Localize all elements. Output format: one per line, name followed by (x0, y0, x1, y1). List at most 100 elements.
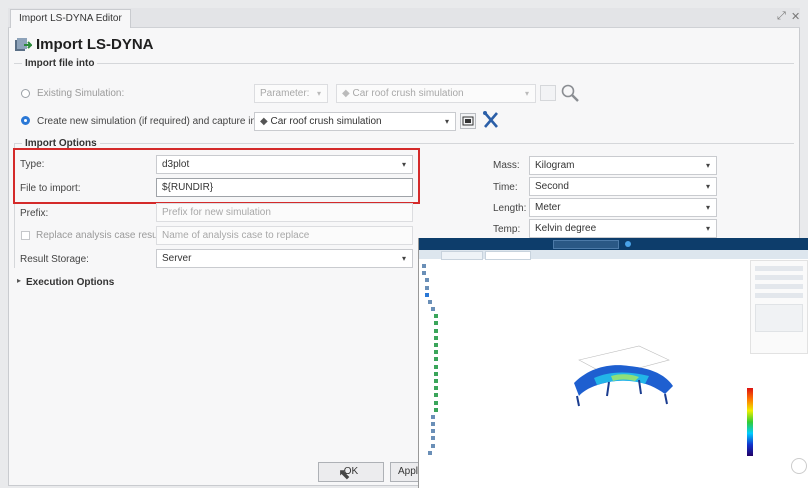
prefix-label: Prefix: (20, 208, 49, 219)
import-options-divider (14, 143, 794, 144)
chevron-down-icon: ▾ (705, 224, 710, 233)
overlay-spec-tree (422, 262, 512, 456)
tree-row[interactable] (422, 420, 512, 427)
car-roof-model (574, 345, 673, 407)
overlay-table (755, 304, 803, 332)
chevron-down-icon: ▾ (444, 117, 449, 126)
tree-row[interactable] (422, 384, 512, 391)
replace-analysis-label: Replace analysis case result: (36, 230, 166, 241)
expand-arrow-icon[interactable]: ▸ (17, 276, 21, 285)
chevron-down-icon: ▾ (705, 203, 710, 212)
tree-row[interactable] (422, 435, 512, 442)
time-label: Time: (493, 182, 518, 193)
temp-value: Kelvin degree (535, 223, 597, 234)
tree-row[interactable] (422, 406, 512, 413)
restore-icon[interactable]: ⤢ (777, 10, 786, 23)
chevron-down-icon: ▾ (316, 89, 321, 98)
time-value: Second (535, 181, 569, 192)
tree-row[interactable] (422, 449, 512, 456)
mass-label: Mass: (493, 160, 520, 171)
mass-select[interactable]: Kilogram ▾ (529, 156, 717, 175)
tree-row[interactable] (422, 348, 512, 355)
existing-simulation-radio[interactable] (21, 89, 30, 98)
prefix-input[interactable]: Prefix for new simulation (156, 203, 413, 222)
create-new-simulation-radio[interactable] (21, 116, 30, 125)
tree-row[interactable] (422, 363, 512, 370)
simulation-browser-icon (462, 116, 474, 126)
overlay-property-row (755, 293, 803, 298)
tree-row[interactable] (422, 262, 512, 269)
existing-simulation-select[interactable]: ◆ Car roof crush simulation ▾ (336, 84, 536, 103)
existing-parameter-value: Parameter: (260, 88, 310, 99)
dialog-title: Import LS-DYNA (36, 36, 154, 53)
tree-row[interactable] (422, 370, 512, 377)
overlay-search-field[interactable] (553, 240, 619, 249)
simulation-diamond-icon: ◆ (260, 116, 271, 127)
tree-row[interactable] (422, 427, 512, 434)
compass-icon[interactable] (791, 458, 807, 474)
browse-disabled-button[interactable] (540, 85, 556, 101)
chevron-down-icon: ▾ (705, 182, 710, 191)
existing-simulation-value: Car roof crush simulation (352, 88, 464, 99)
chevron-down-icon: ▾ (401, 254, 406, 263)
tree-row[interactable] (422, 276, 512, 283)
tree-row[interactable] (422, 341, 512, 348)
tree-row[interactable] (422, 284, 512, 291)
overlay-property-row (755, 275, 803, 280)
result-storage-value: Server (162, 253, 192, 264)
simulation-diamond-icon: ◆ (342, 88, 353, 99)
existing-simulation-label: Existing Simulation: (37, 88, 125, 99)
tab-import-ls-dyna-editor[interactable]: Import LS-DYNA Editor (10, 9, 131, 28)
replace-analysis-input[interactable]: Name of analysis case to replace (156, 226, 413, 245)
tree-row[interactable] (422, 312, 512, 319)
browse-simulation-button[interactable] (460, 113, 476, 129)
ls-dyna-import-icon (15, 38, 32, 51)
tree-row[interactable] (422, 305, 512, 312)
tree-row[interactable] (422, 377, 512, 384)
tree-row[interactable] (422, 334, 512, 341)
overlay-tab-1[interactable] (441, 251, 483, 260)
overlay-app-icon (625, 241, 631, 247)
ok-button[interactable]: OK (318, 462, 384, 482)
tree-row[interactable] (422, 298, 512, 305)
create-new-simulation-label: Create new simulation (if required) and … (37, 116, 259, 127)
overlay-properties-panel (750, 260, 808, 354)
overlay-tab-2[interactable] (485, 251, 531, 260)
mass-value: Kilogram (535, 160, 575, 171)
length-label: Length: (493, 203, 527, 214)
tree-row[interactable] (422, 391, 512, 398)
capture-simulation-value: Car roof crush simulation (270, 116, 382, 127)
overlay-3d-viewer (418, 238, 808, 488)
import-file-into-divider (14, 63, 794, 64)
temp-select[interactable]: Kelvin degree ▾ (529, 219, 717, 238)
length-value: Meter (535, 202, 561, 213)
tree-row[interactable] (422, 399, 512, 406)
execution-options-toggle[interactable]: Execution Options (26, 277, 114, 288)
overlay-property-row (755, 266, 803, 271)
search-icon[interactable] (560, 83, 580, 103)
close-icon[interactable]: ✕ (791, 10, 800, 23)
temp-label: Temp: (493, 224, 521, 235)
tree-row[interactable] (422, 355, 512, 362)
tree-row[interactable] (422, 413, 512, 420)
tree-row[interactable] (422, 327, 512, 334)
highlight-box (13, 148, 420, 204)
capture-simulation-select[interactable]: ◆ Car roof crush simulation ▾ (254, 112, 456, 131)
tree-row[interactable] (422, 442, 512, 449)
color-legend-bar (747, 388, 753, 456)
tree-row[interactable] (422, 269, 512, 276)
overlay-property-row (755, 284, 803, 289)
chevron-down-icon: ▾ (524, 89, 529, 98)
time-select[interactable]: Second ▾ (529, 177, 717, 196)
existing-parameter-select[interactable]: Parameter: ▾ (254, 84, 328, 103)
result-storage-select[interactable]: Server ▾ (156, 249, 413, 268)
result-storage-label: Result Storage: (20, 254, 89, 265)
tree-row[interactable] (422, 291, 512, 298)
length-select[interactable]: Meter ▾ (529, 198, 717, 217)
import-file-into-legend: Import file into (22, 58, 98, 69)
chevron-down-icon: ▾ (705, 161, 710, 170)
mouse-cursor-icon: ⬉ (338, 466, 351, 483)
wrench-settings-icon[interactable] (481, 110, 501, 130)
replace-analysis-checkbox[interactable] (21, 231, 30, 240)
tree-row[interactable] (422, 320, 512, 327)
